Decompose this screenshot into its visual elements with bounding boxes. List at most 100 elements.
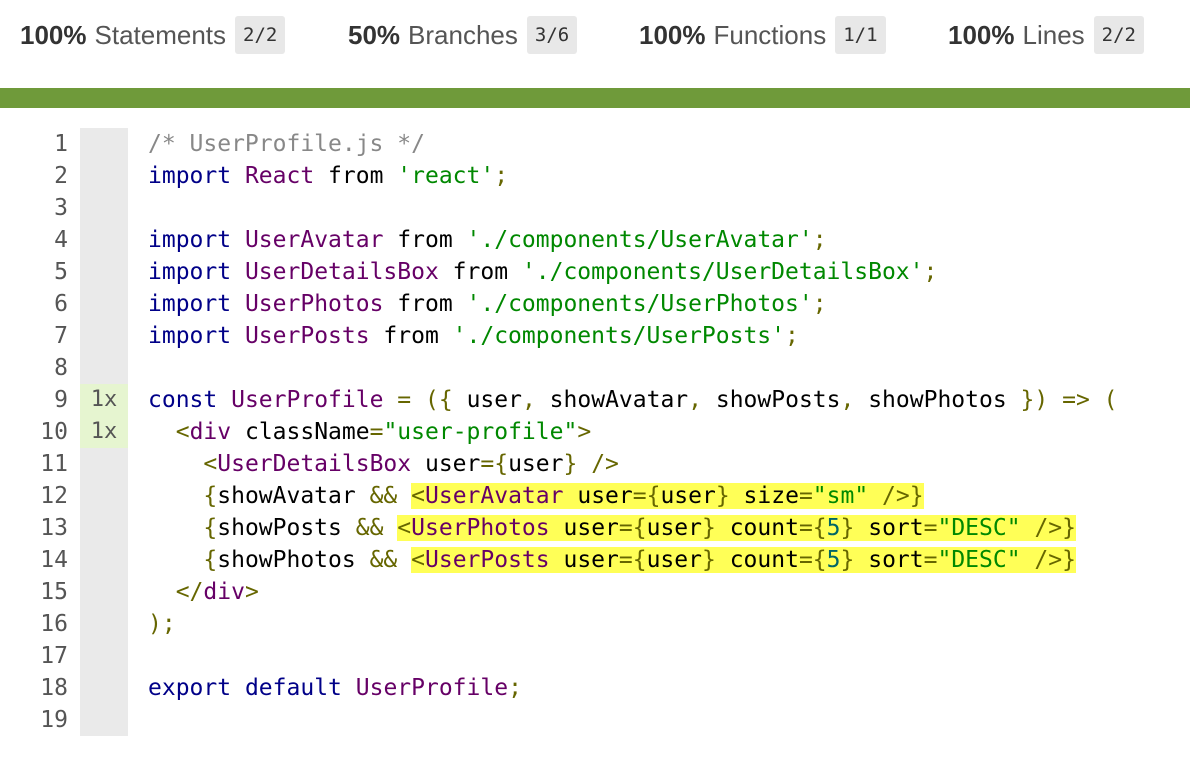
- line-number[interactable]: 3: [0, 192, 68, 224]
- uncovered-branch-highlight: <UserAvatar user={user} size="sm" />}: [411, 483, 924, 509]
- punctuation: />}: [1034, 515, 1076, 541]
- line-number[interactable]: 16: [0, 608, 68, 640]
- punctuation: <: [411, 547, 425, 573]
- code-text: showAvatar: [535, 387, 689, 413]
- code-text: from: [383, 291, 467, 317]
- line-hit-count: [80, 640, 128, 672]
- punctuation: ;: [923, 259, 938, 285]
- punctuation: =: [923, 547, 938, 573]
- functions-percent: 100%: [639, 19, 706, 50]
- code-line: 7 import UserPosts from './components/Use…: [0, 320, 1190, 352]
- code-text: from: [369, 323, 453, 349]
- punctuation: &&: [369, 483, 398, 509]
- attribute-name: user: [577, 483, 633, 509]
- line-number[interactable]: 10: [0, 416, 68, 448]
- attribute-value: "user-profile": [383, 419, 578, 445]
- punctuation: ;: [785, 323, 799, 349]
- punctuation: }: [715, 483, 730, 509]
- line-hit-count: [80, 480, 128, 512]
- code-line: 10 1x <div className="user-profile">: [0, 416, 1190, 448]
- attribute-name: sort: [868, 515, 924, 541]
- code-text: user: [508, 451, 564, 477]
- attribute-name: sort: [868, 547, 924, 573]
- punctuation: </: [175, 579, 204, 605]
- line-number[interactable]: 14: [0, 544, 68, 576]
- punctuation: &&: [355, 515, 384, 541]
- line-number[interactable]: 9: [0, 384, 68, 416]
- punctuation: ={: [618, 547, 647, 573]
- punctuation: ;: [494, 163, 509, 189]
- statements-label: Statements: [94, 19, 227, 50]
- line-hit-count: [80, 352, 128, 384]
- punctuation: ;: [508, 675, 522, 701]
- branches-fraction: 3/6: [526, 16, 578, 54]
- punctuation: =: [397, 387, 412, 413]
- line-number[interactable]: 11: [0, 448, 68, 480]
- line-number[interactable]: 1: [0, 128, 68, 160]
- punctuation: }): [1020, 387, 1049, 413]
- source-code-listing: 1 /* UserProfile.js */ 2 import React from …: [0, 128, 1190, 736]
- statements-percent: 100%: [20, 19, 87, 50]
- jsx-tag: UserAvatar: [425, 483, 564, 509]
- punctuation: &&: [369, 547, 398, 573]
- punctuation: ={: [632, 483, 661, 509]
- statements-fraction: 2/2: [235, 16, 286, 54]
- punctuation: <: [175, 419, 190, 445]
- line-number[interactable]: 13: [0, 512, 68, 544]
- punctuation: />}: [882, 483, 924, 509]
- branches-stat: 50% Branches 3/6: [348, 16, 578, 54]
- code-text: showPosts: [702, 387, 841, 413]
- code-line: 3: [0, 192, 1190, 224]
- line-number[interactable]: 8: [0, 352, 68, 384]
- keyword: import: [148, 323, 232, 349]
- jsx-tag: UserPosts: [425, 547, 550, 573]
- punctuation: <: [397, 515, 412, 541]
- line-number[interactable]: 17: [0, 640, 68, 672]
- code-line: 6 import UserPhotos from './components/Us…: [0, 288, 1190, 320]
- attribute-name: count: [729, 515, 799, 541]
- lines-label: Lines: [1022, 19, 1085, 50]
- keyword: import: [148, 291, 232, 317]
- jsx-tag: div: [203, 579, 245, 605]
- line-number[interactable]: 4: [0, 224, 68, 256]
- attribute-name: count: [729, 547, 799, 573]
- code-line: 14 {showPhotos && <UserPosts user={user}…: [0, 544, 1190, 576]
- statements-stat: 100% Statements 2/2: [20, 16, 286, 54]
- line-hit-count: 1x: [80, 416, 128, 448]
- string: 'react': [397, 163, 495, 189]
- line-number[interactable]: 7: [0, 320, 68, 352]
- line-number[interactable]: 15: [0, 576, 68, 608]
- line-number[interactable]: 19: [0, 704, 68, 736]
- code-line: 11 <UserDetailsBox user={user} />: [0, 448, 1190, 480]
- number: 5: [826, 547, 841, 573]
- attribute-value: "sm": [812, 483, 869, 509]
- identifier: UserAvatar: [244, 227, 384, 253]
- functions-label: Functions: [713, 19, 827, 50]
- line-number[interactable]: 6: [0, 288, 68, 320]
- branches-percent: 50%: [348, 19, 401, 50]
- line-number[interactable]: 12: [0, 480, 68, 512]
- line-number[interactable]: 18: [0, 672, 68, 704]
- line-source: );: [148, 608, 176, 640]
- jsx-tag: div: [189, 419, 232, 445]
- code-text: user: [646, 547, 702, 573]
- branches-label: Branches: [408, 19, 518, 50]
- attribute-name: user: [563, 547, 619, 573]
- line-number[interactable]: 2: [0, 160, 68, 192]
- line-number[interactable]: 5: [0, 256, 68, 288]
- punctuation: );: [148, 611, 176, 637]
- punctuation: />}: [1034, 547, 1076, 573]
- punctuation: ({: [425, 387, 453, 413]
- line-hit-count: [80, 512, 128, 544]
